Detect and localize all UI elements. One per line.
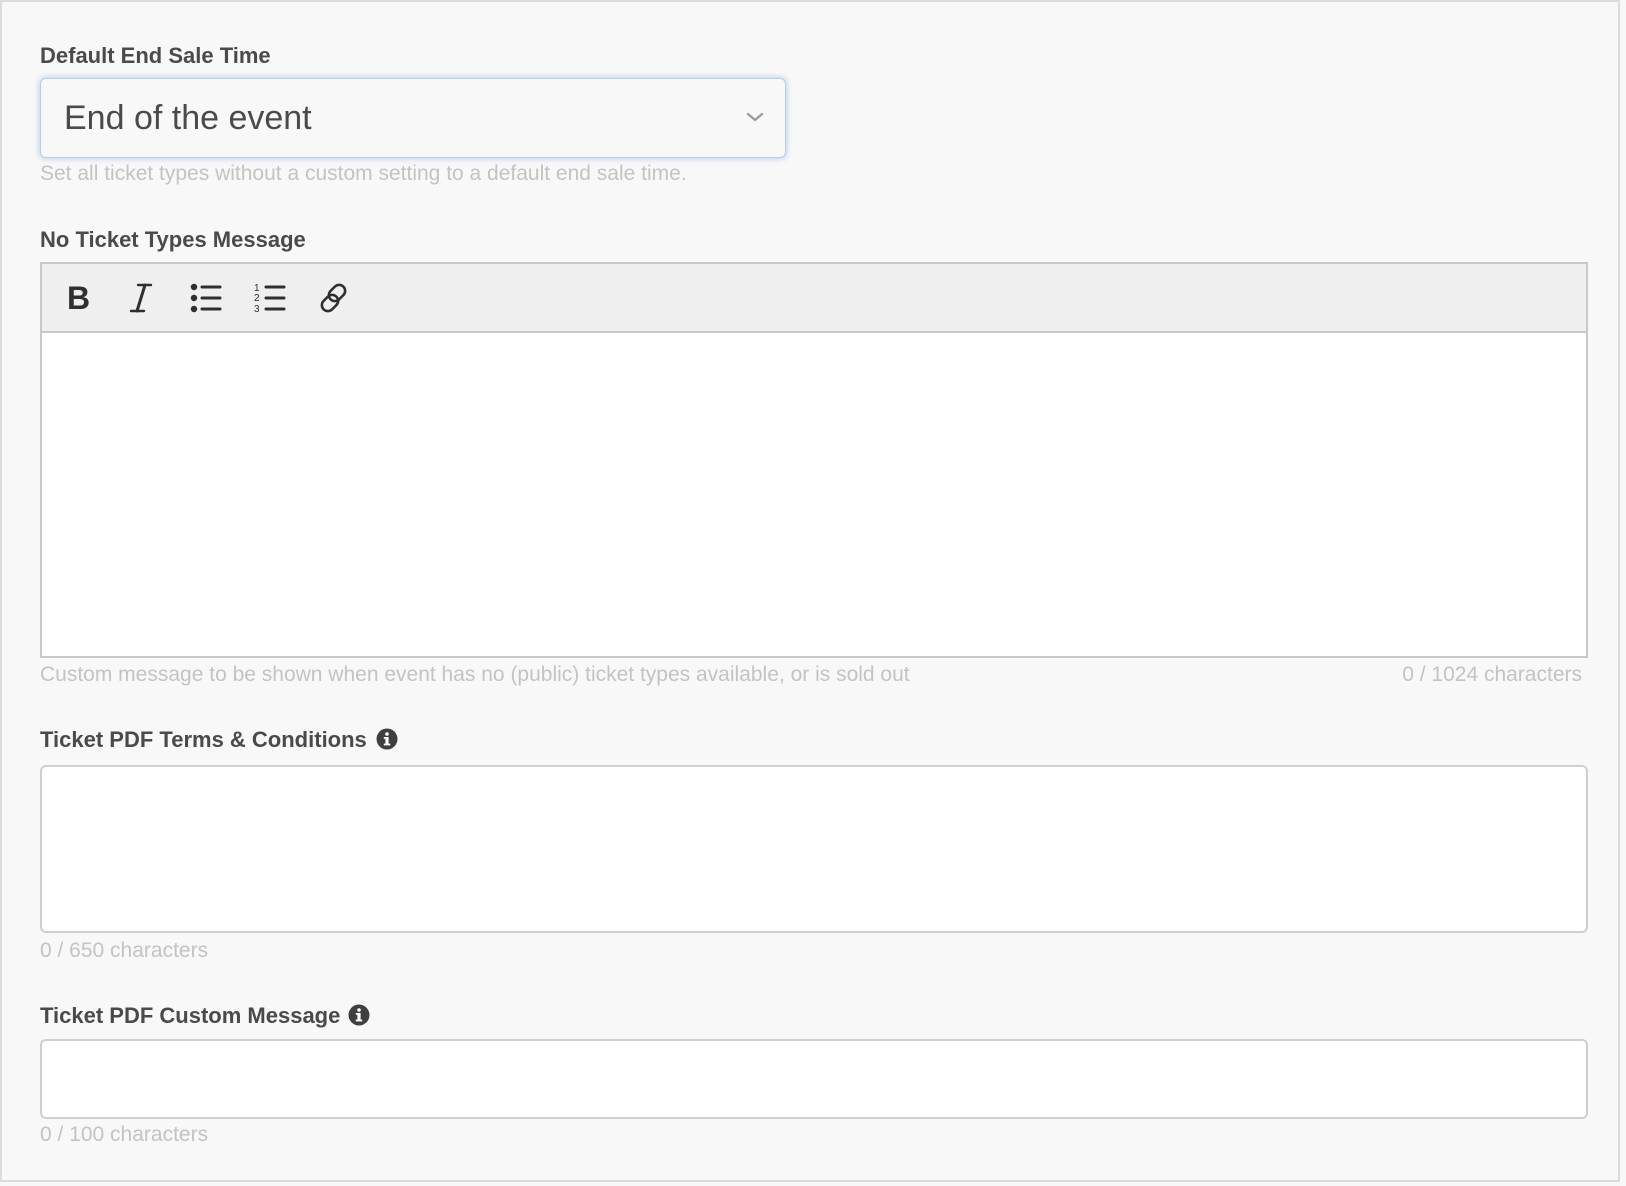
chevron-down-icon — [746, 112, 764, 122]
info-icon[interactable] — [348, 1004, 370, 1026]
link-button[interactable] — [314, 278, 354, 318]
italic-icon — [129, 283, 153, 313]
italic-button[interactable] — [122, 278, 162, 318]
pdf-custom-message-counter: 0 / 100 characters — [40, 1123, 209, 1146]
pdf-custom-message-label: Ticket PDF Custom Message — [40, 1003, 341, 1028]
pdf-terms-textarea[interactable] — [40, 765, 1588, 933]
default-end-sale-label: Default End Sale Time — [40, 43, 271, 68]
no-ticket-types-counter: 0 / 1024 characters — [1402, 663, 1582, 686]
pdf-terms-counter: 0 / 650 characters — [40, 939, 209, 962]
default-end-sale-help: Set all ticket types without a custom se… — [40, 162, 687, 185]
no-ticket-types-help: Custom message to be shown when event ha… — [40, 663, 910, 686]
pdf-terms-label: Ticket PDF Terms & Conditions — [40, 727, 367, 752]
svg-text:3: 3 — [254, 304, 260, 315]
pdf-custom-message-input[interactable] — [40, 1039, 1588, 1119]
no-ticket-types-label: No Ticket Types Message — [40, 227, 306, 252]
select-value: End of the event — [64, 99, 312, 137]
bulleted-list-icon — [190, 283, 222, 313]
bulleted-list-button[interactable] — [186, 278, 226, 318]
no-ticket-types-text-area[interactable] — [42, 333, 1586, 656]
bold-button[interactable]: B — [58, 278, 98, 318]
link-icon — [320, 283, 347, 313]
settings-panel: Default End Sale Time End of the event S… — [0, 0, 1620, 1182]
svg-text:2: 2 — [254, 293, 260, 304]
editor-toolbar: B 1 2 3 — [42, 264, 1586, 333]
info-icon[interactable] — [376, 728, 398, 750]
bold-icon: B — [67, 281, 90, 315]
numbered-list-button[interactable]: 1 2 3 — [250, 278, 290, 318]
default-end-sale-select[interactable]: End of the event — [40, 78, 786, 158]
svg-text:B: B — [67, 281, 90, 315]
numbered-list-icon: 1 2 3 — [254, 283, 286, 315]
no-ticket-types-editor: B 1 2 3 — [40, 262, 1588, 658]
